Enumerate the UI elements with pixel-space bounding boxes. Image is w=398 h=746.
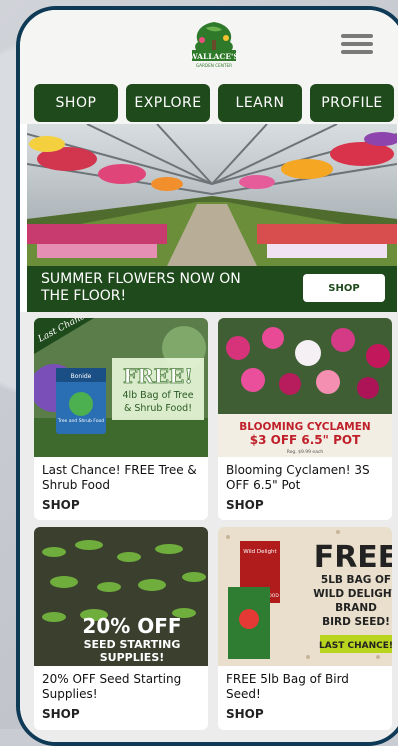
promo-card-tree-food[interactable]: Last Chance! Bonide Tree and Shrub Food …	[34, 318, 208, 520]
seed-starting-image: 20% OFF SEED STARTING SUPPLIES!	[34, 527, 208, 666]
svg-text:20% OFF: 20% OFF	[82, 614, 181, 638]
svg-text:BRAND: BRAND	[335, 602, 377, 614]
wallaces-logo[interactable]: WALLACE'S GARDEN CENTER	[188, 20, 240, 70]
hero-image[interactable]	[27, 124, 397, 266]
main-nav: SHOP EXPLORE LEARN PROFILE	[20, 76, 398, 124]
card-title: Last Chance! FREE Tree & Shrub Food	[42, 463, 197, 492]
svg-text:BLOOMING CYCLAMEN: BLOOMING CYCLAMEN	[239, 421, 370, 433]
card-title: Blooming Cyclamen! 3S OFF 6.5" Pot	[226, 463, 370, 492]
card-title: FREE 5lb Bag of Bird Seed!	[226, 672, 349, 701]
promo-banner: SUMMER FLOWERS NOW ON THE FLOOR! SHOP	[27, 266, 397, 312]
svg-text:$3 OFF 6.5" POT: $3 OFF 6.5" POT	[250, 433, 361, 447]
svg-text:Wild Delight: Wild Delight	[243, 549, 277, 555]
card-shop-link[interactable]: SHOP	[226, 498, 264, 512]
svg-text:WALLACE'S: WALLACE'S	[188, 52, 239, 61]
svg-text:4lb Bag of Tree: 4lb Bag of Tree	[122, 390, 193, 401]
banner-shop-button[interactable]: SHOP	[303, 274, 385, 302]
cyclamen-image: BLOOMING CYCLAMEN $3 OFF 6.5" POT Reg. $…	[218, 318, 392, 457]
promo-card-cyclamen[interactable]: BLOOMING CYCLAMEN $3 OFF 6.5" POT Reg. $…	[218, 318, 392, 520]
svg-text:FREE: FREE	[314, 540, 392, 575]
top-bar: WALLACE'S GARDEN CENTER	[20, 10, 398, 76]
nav-shop-button[interactable]: SHOP	[34, 84, 118, 122]
bird-seed-image: Wild Delight CARDINAL FOOD FREE 5LB BAG …	[218, 527, 392, 666]
promo-card-bird-seed[interactable]: Wild Delight CARDINAL FOOD FREE 5LB BAG …	[218, 527, 392, 730]
svg-text:Tree and Shrub Food: Tree and Shrub Food	[57, 418, 104, 424]
nav-explore-button[interactable]: EXPLORE	[126, 84, 210, 122]
card-shop-link[interactable]: SHOP	[42, 707, 80, 721]
hamburger-menu-icon[interactable]	[341, 34, 373, 56]
svg-text:5LB BAG OF: 5LB BAG OF	[321, 574, 391, 586]
nav-learn-button[interactable]: LEARN	[218, 84, 302, 122]
svg-text:WILD DELIGHT: WILD DELIGHT	[313, 588, 392, 600]
svg-text:& Shrub Food!: & Shrub Food!	[124, 403, 192, 414]
svg-text:GARDEN CENTER: GARDEN CENTER	[196, 63, 232, 68]
card-shop-link[interactable]: SHOP	[42, 498, 80, 512]
svg-text:BIRD SEED!: BIRD SEED!	[322, 616, 390, 628]
svg-text:SUPPLIES!: SUPPLIES!	[100, 651, 165, 664]
card-shop-link[interactable]: SHOP	[226, 707, 264, 721]
card-title: 20% OFF Seed Starting Supplies!	[42, 672, 182, 701]
svg-text:Bonide: Bonide	[71, 373, 92, 380]
nav-profile-button[interactable]: PROFILE	[310, 84, 394, 122]
banner-text: SUMMER FLOWERS NOW ON THE FLOOR!	[41, 271, 241, 304]
svg-text:FREE!: FREE!	[123, 364, 193, 388]
svg-text:LAST CHANCE!: LAST CHANCE!	[319, 641, 392, 651]
tree-food-image: Last Chance! Bonide Tree and Shrub Food …	[34, 318, 208, 457]
svg-text:SEED STARTING: SEED STARTING	[84, 638, 181, 651]
svg-text:Reg. $9.99 each: Reg. $9.99 each	[287, 449, 324, 455]
promo-card-seed-starting[interactable]: 20% OFF SEED STARTING SUPPLIES! 20% OFF …	[34, 527, 208, 730]
phone-frame: WALLACE'S GARDEN CENTER SHOP EXPLORE LEA…	[16, 6, 398, 746]
